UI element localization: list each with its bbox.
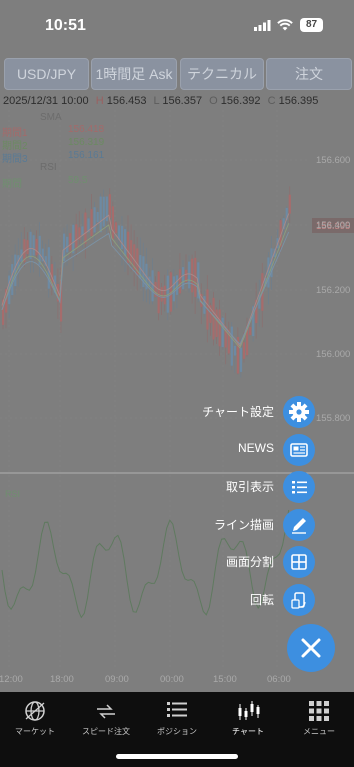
price-tick-label: 156.600 bbox=[316, 155, 350, 166]
fab-item-rotate[interactable]: 回転 bbox=[0, 584, 354, 616]
fab-item-trade-display[interactable]: 取引表示 bbox=[0, 471, 354, 503]
price-tick-label: 156.200 bbox=[316, 285, 350, 296]
sma-title: SMA bbox=[40, 112, 62, 123]
time-tick-label: 00:00 bbox=[160, 674, 184, 685]
news-icon[interactable] bbox=[283, 434, 315, 466]
candle-body bbox=[175, 275, 179, 295]
price-tick-label: 156.000 bbox=[316, 349, 350, 360]
tab-speed-order[interactable]: スピード注文 bbox=[71, 692, 141, 742]
close-menu-button[interactable] bbox=[287, 624, 335, 672]
candle-body bbox=[215, 309, 218, 337]
sma-row-3: 期間3 156.161 bbox=[2, 150, 105, 165]
fab-item-chart-settings[interactable]: チャート設定 bbox=[0, 396, 354, 428]
candle-body bbox=[160, 287, 163, 302]
gear-icon[interactable] bbox=[283, 396, 315, 428]
candle-body bbox=[81, 226, 84, 236]
candle-body bbox=[239, 347, 243, 372]
candle-body bbox=[212, 297, 215, 340]
time-tick-label: 12:00 bbox=[0, 674, 23, 685]
home-indicator bbox=[116, 754, 238, 759]
candle-body bbox=[230, 326, 233, 366]
fab-item-news[interactable]: NEWS bbox=[0, 434, 354, 466]
tab-market[interactable]: マーケット bbox=[0, 692, 70, 742]
candle-body bbox=[69, 233, 72, 251]
rsi-row: 期間 59.5 bbox=[2, 175, 88, 190]
tab-chart[interactable]: チャート bbox=[213, 692, 283, 742]
candle-body bbox=[233, 345, 236, 356]
candle-body bbox=[99, 196, 102, 233]
candle-body bbox=[90, 209, 93, 236]
rsi-title: RSI bbox=[40, 162, 57, 173]
price-tick-label: 156.400 bbox=[316, 220, 350, 231]
candle-body bbox=[111, 206, 114, 240]
candle-body bbox=[218, 309, 221, 347]
speed-order-icon bbox=[97, 704, 115, 719]
candle-body bbox=[102, 196, 105, 227]
candle-body bbox=[93, 207, 96, 233]
candle-body bbox=[120, 225, 124, 250]
tab-menu[interactable]: メニュー bbox=[284, 692, 354, 742]
split-screen-icon[interactable] bbox=[283, 546, 315, 578]
candle-body bbox=[242, 342, 246, 359]
globe-icon bbox=[25, 701, 45, 721]
candle-body bbox=[188, 261, 191, 289]
candlestick-icon bbox=[238, 701, 260, 720]
candle-body bbox=[72, 224, 75, 254]
candle-body bbox=[249, 327, 252, 336]
candle-body bbox=[35, 238, 38, 256]
candle-body bbox=[157, 271, 160, 314]
rotate-icon[interactable] bbox=[283, 584, 315, 616]
candle-body bbox=[181, 267, 185, 290]
candle-body bbox=[114, 222, 118, 234]
candle-body bbox=[75, 224, 78, 249]
time-tick-label: 15:00 bbox=[213, 674, 237, 685]
candle-body bbox=[96, 211, 99, 223]
list-icon[interactable] bbox=[283, 471, 315, 503]
time-tick-label: 06:00 bbox=[267, 674, 291, 685]
fab-item-split-screen[interactable]: 画面分割 bbox=[0, 546, 354, 578]
candle-body bbox=[221, 317, 224, 348]
bottom-tab-bar: マーケット スピード注文 ポジション チャート メニュー bbox=[0, 692, 354, 767]
fab-item-line-drawing[interactable]: ライン描画 bbox=[0, 509, 354, 541]
position-list-icon bbox=[167, 702, 187, 717]
close-icon bbox=[301, 638, 321, 658]
candle-body bbox=[288, 194, 291, 214]
candle-body bbox=[124, 229, 127, 256]
candle-body bbox=[178, 269, 182, 294]
candle-body bbox=[84, 212, 87, 244]
candle-body bbox=[66, 236, 69, 253]
candle-body bbox=[26, 240, 29, 255]
time-tick-label: 09:00 bbox=[105, 674, 129, 685]
tab-position[interactable]: ポジション bbox=[142, 692, 212, 742]
time-tick-label: 18:00 bbox=[50, 674, 74, 685]
menu-grid-icon bbox=[309, 701, 329, 721]
candle-body bbox=[151, 270, 154, 302]
candle-body bbox=[163, 285, 166, 305]
candle-body bbox=[29, 231, 32, 259]
candle-body bbox=[130, 240, 133, 265]
candle-body bbox=[14, 254, 17, 287]
candle-body bbox=[32, 235, 35, 256]
pencil-icon[interactable] bbox=[283, 509, 315, 541]
